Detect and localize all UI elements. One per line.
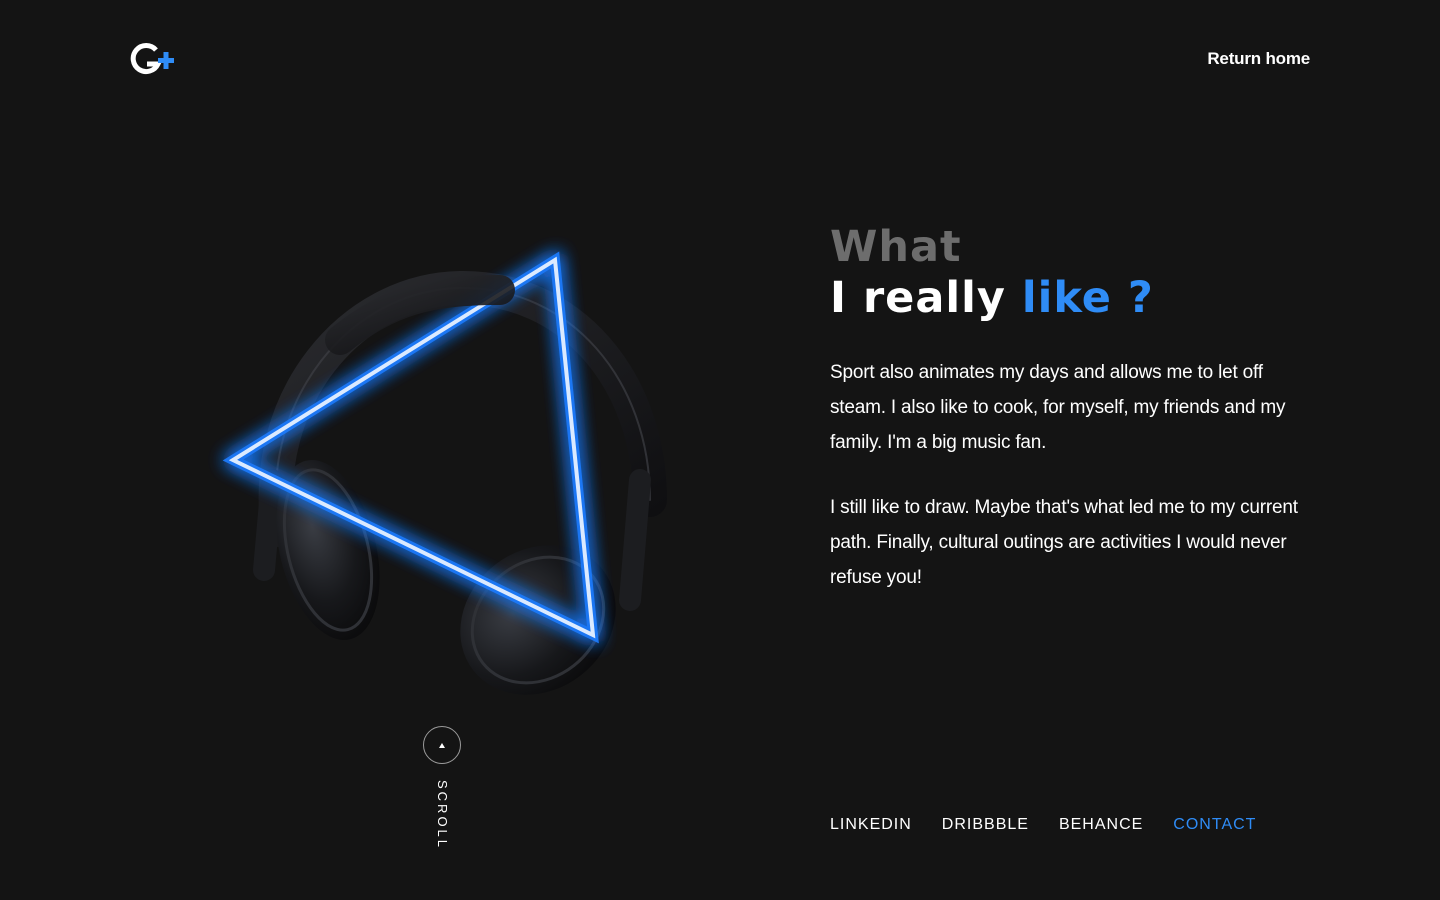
scroll-label: SCROLL bbox=[435, 780, 450, 851]
heading-line-2: I really like ? bbox=[830, 277, 1154, 320]
about-text: Sport also animates my days and allows m… bbox=[830, 355, 1310, 625]
behance-link[interactable]: BEHANCE bbox=[1059, 816, 1143, 834]
scroll-up-button[interactable] bbox=[423, 726, 461, 764]
paragraph-1: Sport also animates my days and allows m… bbox=[830, 362, 1286, 453]
social-links: LINKEDIN DRIBBBLE BEHANCE CONTACT bbox=[830, 816, 1256, 834]
headphones-neon-image bbox=[200, 230, 680, 720]
section-heading: What I really like ? bbox=[830, 226, 1154, 320]
paragraph-2: I still like to draw. Maybe that's what … bbox=[830, 497, 1298, 588]
heading-line-2-white: I really bbox=[830, 273, 1006, 323]
arrow-up-icon bbox=[439, 742, 445, 748]
heading-line-2-accent: like ? bbox=[1021, 273, 1154, 323]
contact-link[interactable]: CONTACT bbox=[1173, 816, 1256, 834]
heading-line-1: What bbox=[830, 222, 962, 272]
logo-icon[interactable] bbox=[130, 42, 174, 78]
linkedin-link[interactable]: LINKEDIN bbox=[830, 816, 912, 834]
dribbble-link[interactable]: DRIBBBLE bbox=[942, 816, 1029, 834]
return-home-link[interactable]: Return home bbox=[1207, 49, 1310, 69]
